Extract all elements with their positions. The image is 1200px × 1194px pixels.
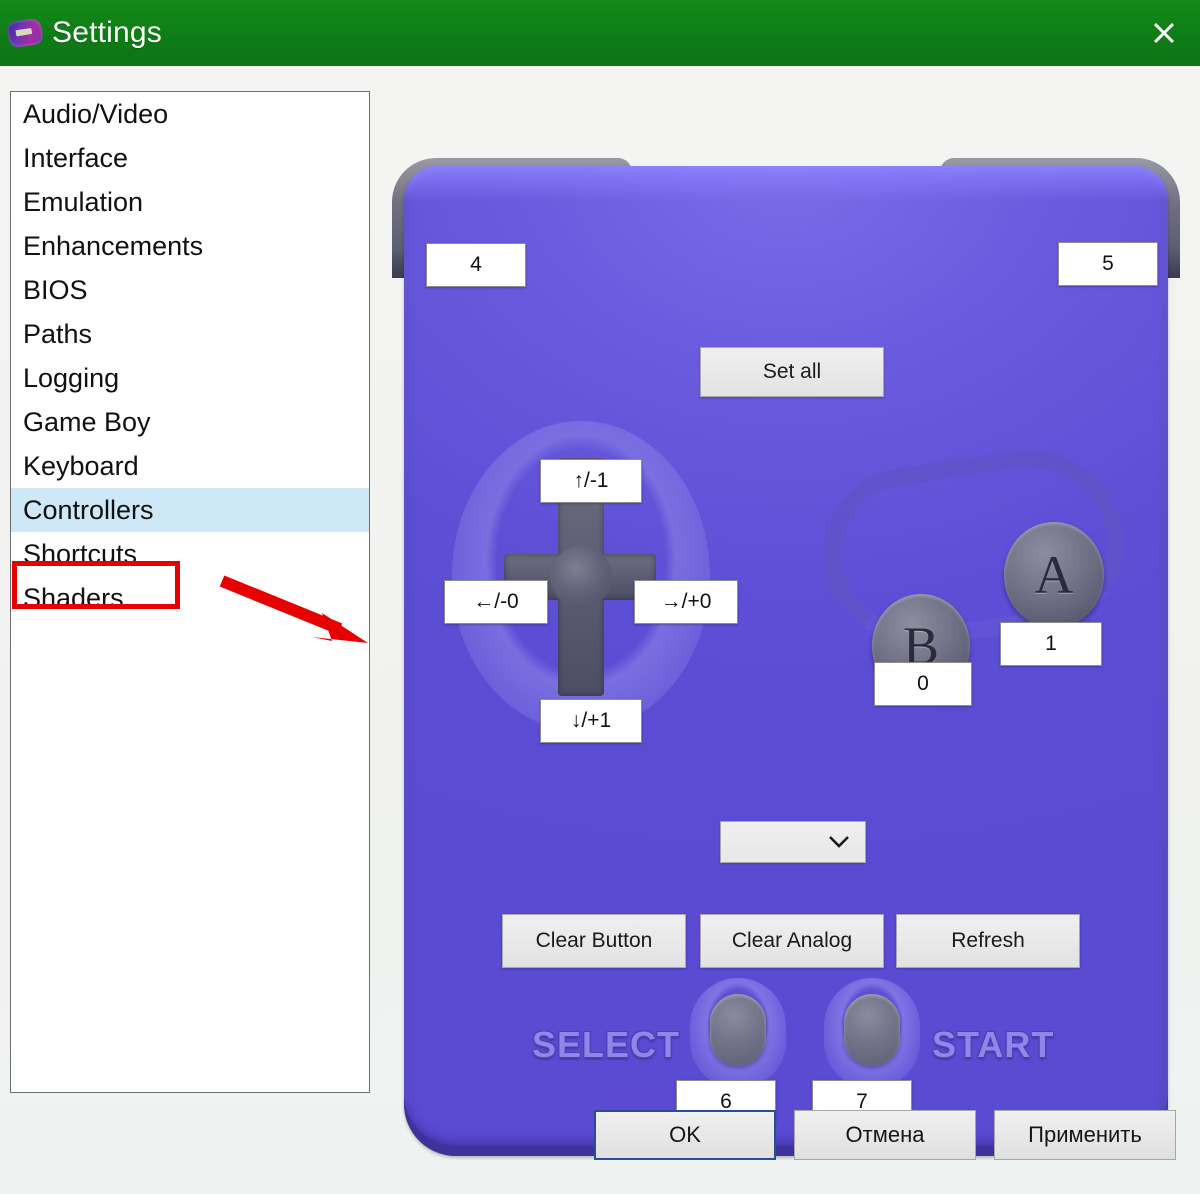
window-titlebar: Settings [0,0,1200,66]
sidebar-item-label: BIOS [23,275,88,305]
chevron-down-icon [829,836,849,848]
gamepad-icon [6,17,44,49]
sidebar-item-label: Shaders [23,583,124,613]
sidebar-item-label: Emulation [23,187,144,217]
controller-body: 4 5 Set all ↑/-1 ←/-0 →/+0 ↓/+1 B A 0 1 [404,166,1168,1156]
binding-field-a[interactable]: 1 [1000,622,1102,666]
sidebar-item-emulation[interactable]: Emulation [11,180,369,224]
binding-field-dpad-right[interactable]: →/+0 [634,580,738,624]
controller-diagram: 4 5 Set all ↑/-1 ←/-0 →/+0 ↓/+1 B A 0 1 [392,158,1180,1156]
sidebar-item-label: Enhancements [23,231,204,261]
sidebar-item-controllers[interactable]: Controllers [11,488,369,532]
sidebar-item-paths[interactable]: Paths [11,312,369,356]
a-button[interactable]: A [1004,522,1104,628]
sidebar-item-label: Game Boy [23,407,151,437]
sidebar-item-shaders[interactable]: Shaders [11,576,369,620]
binding-field-dpad-up[interactable]: ↑/-1 [540,459,642,503]
close-icon[interactable] [1128,0,1200,66]
clear-analog-button[interactable]: Clear Analog [700,914,884,968]
sidebar-item-label: Controllers [23,495,154,525]
cancel-button[interactable]: Отмена [794,1110,976,1160]
start-label: START [932,1024,1055,1065]
dialog-body: Audio/Video Interface Emulation Enhancem… [0,66,1200,1194]
sidebar-item-label: Audio/Video [23,99,169,129]
sidebar-item-interface[interactable]: Interface [11,136,369,180]
binding-field-shoulder-left[interactable]: 4 [426,243,526,287]
binding-field-b[interactable]: 0 [874,662,972,706]
binding-field-dpad-left[interactable]: ←/-0 [444,580,548,624]
sidebar-item-label: Shortcuts [23,539,138,569]
clear-button-button[interactable]: Clear Button [502,914,686,968]
sidebar-item-keyboard[interactable]: Keyboard [11,444,369,488]
sidebar-item-label: Keyboard [23,451,139,481]
select-button[interactable] [710,994,766,1066]
sidebar-item-game-boy[interactable]: Game Boy [11,400,369,444]
refresh-button[interactable]: Refresh [896,914,1080,968]
sidebar-item-audio-video[interactable]: Audio/Video [11,92,369,136]
sidebar-item-logging[interactable]: Logging [11,356,369,400]
binding-field-shoulder-right[interactable]: 5 [1058,242,1158,286]
dpad-hub [550,546,612,608]
sidebar-item-label: Logging [23,363,120,393]
start-button[interactable] [844,994,900,1066]
settings-category-list[interactable]: Audio/Video Interface Emulation Enhancem… [10,91,370,1093]
sidebar-item-enhancements[interactable]: Enhancements [11,224,369,268]
sidebar-item-shortcuts[interactable]: Shortcuts [11,532,369,576]
sidebar-item-label: Interface [23,143,129,173]
select-label: SELECT [532,1024,681,1065]
window-title: Settings [52,16,162,49]
sidebar-item-label: Paths [23,319,93,349]
binding-field-dpad-down[interactable]: ↓/+1 [540,699,642,743]
sidebar-item-bios[interactable]: BIOS [11,268,369,312]
ok-button[interactable]: OK [594,1110,776,1160]
set-all-button[interactable]: Set all [700,347,884,397]
controller-device-select[interactable] [720,821,866,863]
apply-button[interactable]: Применить [994,1110,1176,1160]
